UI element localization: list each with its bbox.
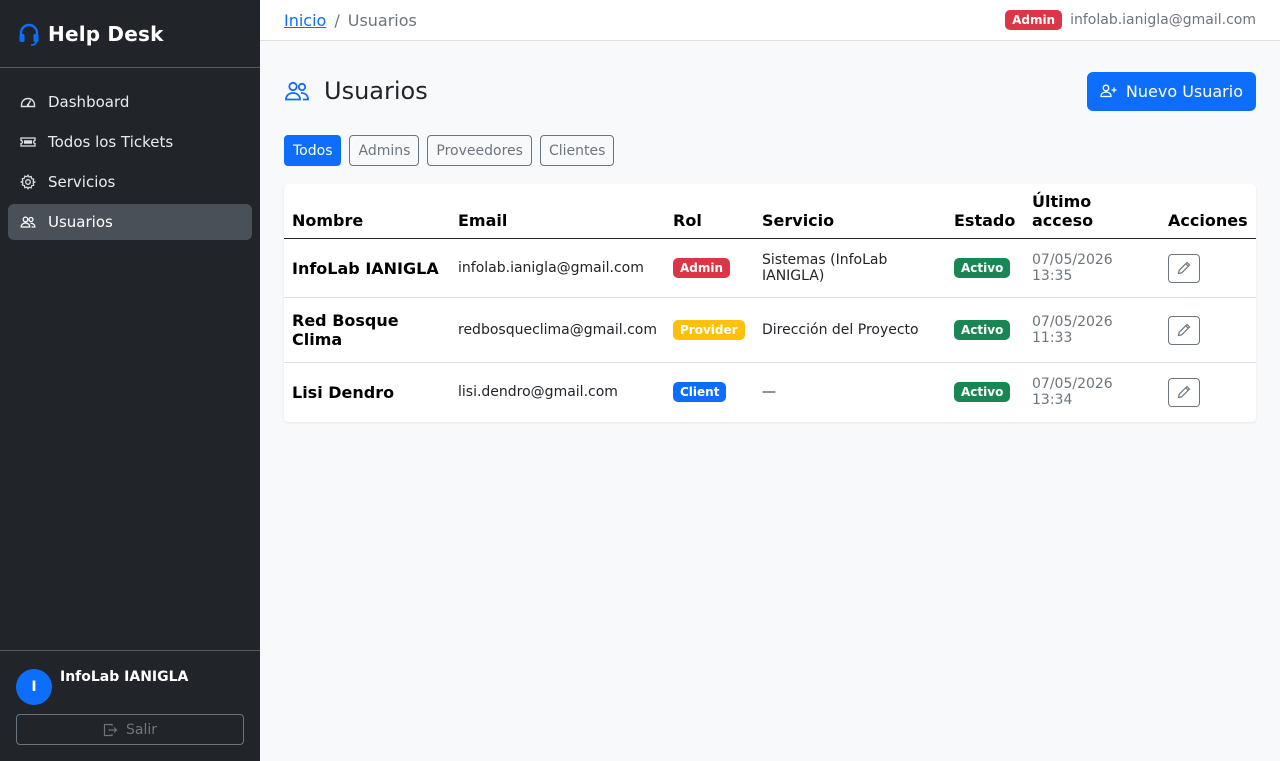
- role-badge: Client: [673, 382, 727, 403]
- column-header-service: Servicio: [754, 184, 946, 239]
- table-header-row: Nombre Email Rol Servicio Estado Último …: [284, 184, 1256, 239]
- table-row: Lisi Dendro lisi.dendro@gmail.com Client…: [284, 363, 1256, 422]
- user-role-cell: Provider: [665, 297, 754, 363]
- person-plus-icon: [1100, 84, 1117, 98]
- sidebar-item-label: Usuarios: [48, 213, 113, 231]
- sidebar-item-tickets[interactable]: Todos los Tickets: [8, 124, 252, 160]
- filter-providers-button[interactable]: Proveedores: [427, 135, 532, 166]
- headset-icon: [18, 22, 40, 46]
- breadcrumb: Inicio / Usuarios: [284, 11, 417, 30]
- filter-admins-button[interactable]: Admins: [349, 135, 420, 166]
- last-access-cell: 07/05/2026 13:35: [1024, 238, 1160, 298]
- sidebar-nav: Dashboard Todos los Tickets Servicios Us…: [0, 68, 260, 240]
- user-role-cell: Client: [665, 363, 754, 422]
- column-header-last-access: Último acceso: [1024, 184, 1160, 239]
- actions-cell: [1160, 363, 1256, 422]
- topbar: Inicio / Usuarios Admin infolab.ianigla@…: [260, 0, 1280, 41]
- people-icon: [284, 78, 310, 104]
- user-name-cell: Red Bosque Clima: [284, 297, 450, 363]
- filter-all-button[interactable]: Todos: [284, 135, 342, 166]
- main-content: Usuarios Nuevo Usuario Todos Admins Prov…: [284, 41, 1256, 422]
- last-access-date: 07/05/2026: [1032, 314, 1113, 330]
- status-badge: Activo: [954, 258, 1011, 278]
- edit-user-button[interactable]: [1168, 377, 1200, 407]
- column-header-role: Rol: [665, 184, 754, 239]
- actions-cell: [1160, 238, 1256, 298]
- app-title: Help Desk: [48, 21, 164, 46]
- user-name-cell: Lisi Dendro: [292, 382, 395, 402]
- user-email-cell: redbosqueclima@gmail.com: [450, 297, 665, 363]
- sidebar-item-label: Servicios: [48, 173, 116, 191]
- filter-clients-button[interactable]: Clientes: [539, 135, 615, 166]
- users-table-card: Nombre Email Rol Servicio Estado Último …: [284, 184, 1256, 422]
- last-access-cell: 07/05/2026 11:33: [1024, 297, 1160, 363]
- role-badge: Admin: [1005, 10, 1063, 30]
- pencil-icon: [1177, 385, 1191, 399]
- edit-user-button[interactable]: [1168, 315, 1200, 345]
- pencil-icon: [1177, 323, 1191, 337]
- sidebar-item-label: Todos los Tickets: [48, 133, 174, 151]
- user-service-cell: —: [762, 384, 776, 401]
- column-header-actions: Acciones: [1160, 184, 1256, 239]
- breadcrumb-current: Usuarios: [347, 10, 417, 30]
- sidebar-item-label: Dashboard: [48, 93, 130, 111]
- page-title: Usuarios: [324, 77, 428, 105]
- people-icon: [20, 214, 36, 230]
- user-service-cell: Sistemas (InfoLab IANIGLA): [754, 238, 946, 298]
- last-access-date: 07/05/2026: [1032, 376, 1113, 393]
- user-service-cell: Dirección del Proyecto: [754, 297, 946, 363]
- sidebar-item-dashboard[interactable]: Dashboard: [8, 84, 252, 120]
- role-filter-group: Todos Admins Proveedores Clientes: [284, 135, 1256, 166]
- sidebar: Help Desk Dashboard Todos los Tickets Se…: [0, 0, 260, 761]
- user-role-cell: Admin: [665, 238, 754, 298]
- column-header-status: Estado: [946, 184, 1024, 239]
- avatar: I: [16, 669, 52, 705]
- column-header-email: Email: [450, 184, 665, 239]
- user-name-cell: InfoLab IANIGLA: [284, 238, 450, 298]
- last-access-time: 13:35: [1032, 268, 1073, 284]
- ticket-icon: [20, 134, 36, 150]
- breadcrumb-home-link[interactable]: Inicio: [284, 11, 326, 30]
- last-access-date: 07/05/2026: [1032, 252, 1113, 268]
- sidebar-item-services[interactable]: Servicios: [8, 164, 252, 200]
- breadcrumb-separator: /: [334, 10, 340, 30]
- role-badge: Admin: [673, 258, 731, 278]
- last-access-time: 11:33: [1032, 330, 1073, 346]
- role-badge: Provider: [673, 320, 745, 340]
- new-user-label: Nuevo Usuario: [1125, 81, 1243, 101]
- last-access-time: 13:34: [1032, 392, 1073, 409]
- topbar-user: Admin infolab.ianigla@gmail.com: [1005, 10, 1256, 30]
- user-name: InfoLab IANIGLA: [60, 669, 189, 685]
- gear-icon: [20, 174, 36, 190]
- logout-button[interactable]: Salir: [16, 714, 244, 745]
- user-status-cell: Activo: [946, 363, 1024, 422]
- logout-icon: [103, 723, 118, 736]
- table-row: Red Bosque Clima redbosqueclima@gmail.co…: [284, 297, 1256, 363]
- current-user: I InfoLab IANIGLA: [16, 667, 244, 705]
- table-row: InfoLab IANIGLA infolab.ianigla@gmail.co…: [284, 238, 1256, 298]
- status-badge: Activo: [954, 320, 1011, 340]
- column-header-name: Nombre: [284, 184, 450, 239]
- sidebar-footer: I InfoLab IANIGLA Salir: [0, 650, 260, 761]
- user-email: infolab.ianigla@gmail.com: [1070, 12, 1256, 28]
- logout-label: Salir: [125, 721, 157, 738]
- status-badge: Activo: [954, 382, 1011, 403]
- speedometer-icon: [20, 94, 36, 110]
- pencil-icon: [1177, 261, 1191, 275]
- page-header: Usuarios Nuevo Usuario: [284, 41, 1256, 141]
- sidebar-item-users[interactable]: Usuarios: [8, 204, 252, 240]
- user-email-cell: infolab.ianigla@gmail.com: [450, 238, 665, 298]
- user-email-cell: lisi.dendro@gmail.com: [458, 384, 618, 401]
- actions-cell: [1160, 297, 1256, 363]
- edit-user-button[interactable]: [1168, 253, 1200, 283]
- brand[interactable]: Help Desk: [0, 0, 260, 68]
- users-table: Nombre Email Rol Servicio Estado Último …: [284, 184, 1256, 422]
- last-access-cell: 07/05/2026 13:34: [1024, 363, 1160, 422]
- user-status-cell: Activo: [946, 238, 1024, 298]
- new-user-button[interactable]: Nuevo Usuario: [1086, 71, 1256, 111]
- user-status-cell: Activo: [946, 297, 1024, 363]
